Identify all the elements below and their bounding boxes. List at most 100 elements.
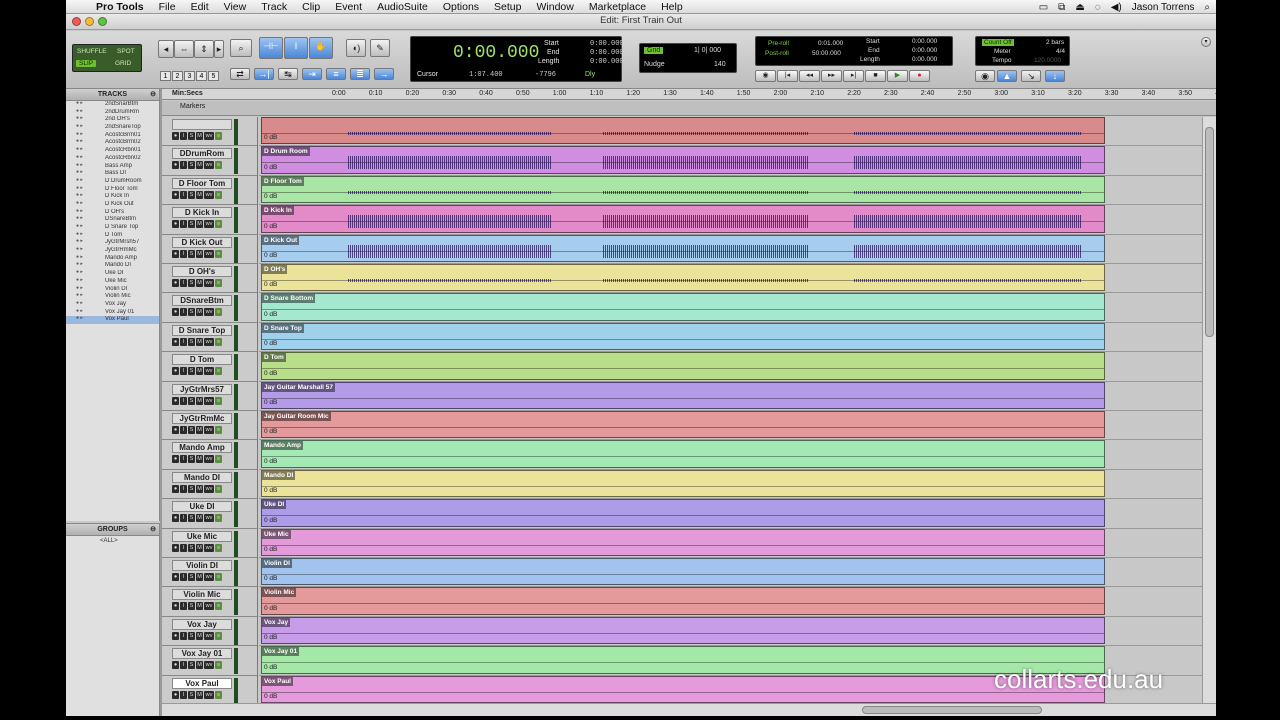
track-lane[interactable]: Jay Guitar Room Mic 0 dB	[259, 411, 1202, 441]
view-selector-button[interactable]: wv	[204, 543, 214, 552]
record-enable-button[interactable]: ●	[172, 190, 179, 199]
audio-clip[interactable]: Vox Jay 01 0 dB	[261, 646, 1105, 674]
clip-gain-line[interactable]	[262, 574, 1104, 575]
mute-button[interactable]: M	[196, 308, 203, 317]
track-name[interactable]: JyGtrMrs57	[172, 383, 232, 395]
track-name[interactable]: Vox Paul	[172, 677, 232, 689]
input-monitor-button[interactable]: I	[180, 367, 187, 376]
mute-button[interactable]: M	[196, 426, 203, 434]
audio-clip[interactable]: Violin DI 0 dB	[261, 558, 1105, 586]
record-enable-button[interactable]: ●	[172, 337, 179, 346]
mute-button[interactable]: M	[196, 132, 203, 140]
edit-mode-selector[interactable]: SHUFFLE SPOT SLIP GRID	[72, 44, 142, 72]
screen-icon[interactable]: ▭	[1039, 2, 1048, 13]
clip-gain-line[interactable]	[262, 485, 1104, 487]
record-enable-button[interactable]: ●	[172, 661, 179, 670]
edit-window-tracks[interactable]: 0 dB D Drum Room 0 dB D Floor Tom 0 dB D Kick…	[259, 117, 1202, 703]
mute-button[interactable]: M	[196, 514, 203, 523]
zoom-preset-3[interactable]: 3	[184, 71, 195, 81]
track-header[interactable]: D Floor Tom ● I S Mwv ≡	[162, 175, 257, 206]
mute-button[interactable]: M	[196, 337, 203, 346]
track-timebase-icon[interactable]: ≡	[215, 690, 222, 699]
track-header[interactable]: Mando DI ● I S Mwv ≡	[162, 469, 257, 500]
track-timebase-icon[interactable]: ≡	[215, 220, 222, 229]
view-selector-button[interactable]: wv	[204, 308, 214, 317]
audio-clip[interactable]: Uke Mic 0 dB	[261, 528, 1105, 556]
midi-merge-icon[interactable]: ↘	[1021, 70, 1041, 82]
solo-button[interactable]: S	[188, 161, 195, 170]
zoom-preset-4[interactable]: 4	[196, 71, 207, 81]
track-name[interactable]: Vox Jay 01	[172, 648, 232, 660]
track-header[interactable]: Mando Amp ● I S Mwv ≡	[162, 440, 257, 470]
record-enable-button[interactable]: ●	[172, 249, 179, 258]
track-lane[interactable]: Uke DI 0 dB	[259, 499, 1202, 529]
sel-length-value[interactable]: 0:00.000	[590, 58, 624, 66]
track-header[interactable]: D Snare Top ● I S Mwv ≡	[162, 322, 257, 353]
track-name[interactable]: Uke Mic	[172, 530, 232, 542]
audio-clip[interactable]: Mando DI 0 dB	[261, 469, 1105, 498]
window-config-icon[interactable]: ▾	[1201, 37, 1211, 47]
track-lane[interactable]: 0 dB	[259, 117, 1202, 147]
mode-shuffle[interactable]: SHUFFLE	[77, 48, 107, 55]
volume-icon[interactable]: ◀)	[1111, 2, 1122, 13]
nudge-label[interactable]: Nudge	[644, 61, 665, 68]
delay-comp-label[interactable]: Dly	[585, 71, 595, 78]
mute-button[interactable]: M	[196, 161, 203, 170]
clip-gain-line[interactable]	[262, 368, 1104, 370]
track-lane[interactable]: Violin DI 0 dB	[259, 558, 1202, 588]
mirror-icon[interactable]: ⧉	[1058, 2, 1065, 13]
solo-button[interactable]: S	[188, 337, 195, 346]
track-name[interactable]: D Snare Top	[172, 324, 232, 336]
track-name[interactable]: Mando DI	[172, 471, 232, 483]
solo-button[interactable]: S	[188, 396, 195, 405]
tracks-list-item[interactable]: 2ndDrumRm	[66, 109, 159, 117]
menu-file[interactable]: File	[159, 1, 176, 13]
preroll-value[interactable]: 0:01.000	[818, 40, 843, 47]
track-name[interactable]: D OH's	[172, 266, 232, 277]
track-lane[interactable]: D Drum Room 0 dB	[259, 146, 1202, 176]
track-header[interactable]: JyGtrMrs57 ● I S Mwv ≡	[162, 381, 257, 411]
track-lane[interactable]: D Floor Tom 0 dB	[259, 175, 1202, 206]
record-enable-button[interactable]: ●	[172, 455, 179, 464]
view-selector-button[interactable]: wv	[204, 367, 214, 376]
view-selector-button[interactable]: wv	[204, 220, 214, 229]
menu-app[interactable]: Pro Tools	[96, 1, 144, 13]
clip-gain-line[interactable]	[262, 456, 1104, 458]
track-timebase-icon[interactable]: ≡	[215, 455, 222, 464]
zoomer-tool-icon[interactable]: ⌕	[230, 39, 252, 57]
solo-button[interactable]: S	[188, 426, 195, 434]
record-enable-button[interactable]: ●	[172, 573, 179, 581]
tracks-list-item[interactable]: Violin Mic	[66, 293, 159, 301]
track-lane[interactable]: D Snare Top 0 dB	[259, 322, 1202, 353]
wait-for-note-icon[interactable]: ◉	[975, 70, 995, 82]
record-enable-button[interactable]: ●	[172, 690, 179, 699]
mute-button[interactable]: M	[196, 220, 203, 229]
input-monitor-button[interactable]: I	[180, 573, 187, 581]
mute-button[interactable]: M	[196, 396, 203, 405]
scroll-option-icon[interactable]: →	[374, 68, 394, 80]
audio-clip[interactable]: Jay Guitar Room Mic 0 dB	[261, 411, 1105, 439]
mute-button[interactable]: M	[196, 455, 203, 464]
input-monitor-button[interactable]: I	[180, 690, 187, 699]
clip-gain-line[interactable]	[262, 309, 1104, 311]
menu-setup[interactable]: Setup	[494, 1, 521, 13]
tracks-list-item[interactable]: Violin DI	[66, 286, 159, 294]
input-monitor-button[interactable]: I	[180, 455, 187, 464]
clip-gain-line[interactable]	[262, 338, 1104, 340]
track-header[interactable]: ● I S Mwv ≡	[162, 117, 257, 147]
loop-length-value[interactable]: 0:00.000	[912, 56, 937, 63]
vertical-scroll-thumb[interactable]	[1205, 127, 1214, 337]
track-lane[interactable]: D Kick In 0 dB	[259, 205, 1202, 235]
view-selector-button[interactable]: wv	[204, 602, 214, 611]
audio-clip[interactable]: Violin Mic 0 dB	[261, 587, 1105, 615]
track-timebase-icon[interactable]: ≡	[215, 602, 222, 611]
clip-gain-line[interactable]	[262, 662, 1104, 664]
audio-clip[interactable]: Uke DI 0 dB	[261, 499, 1105, 527]
mute-button[interactable]: M	[196, 484, 203, 493]
pre-post-roll-display[interactable]: Pre-roll Post-roll 0:01.000 50:00.000 St…	[755, 36, 953, 66]
zoom-vertical-icon[interactable]: ⇕	[194, 40, 214, 58]
view-selector-button[interactable]: wv	[204, 514, 214, 523]
view-selector-button[interactable]: wv	[204, 132, 214, 140]
track-header[interactable]: D Kick In ● I S Mwv ≡	[162, 205, 257, 235]
track-timebase-icon[interactable]: ≡	[215, 161, 222, 170]
